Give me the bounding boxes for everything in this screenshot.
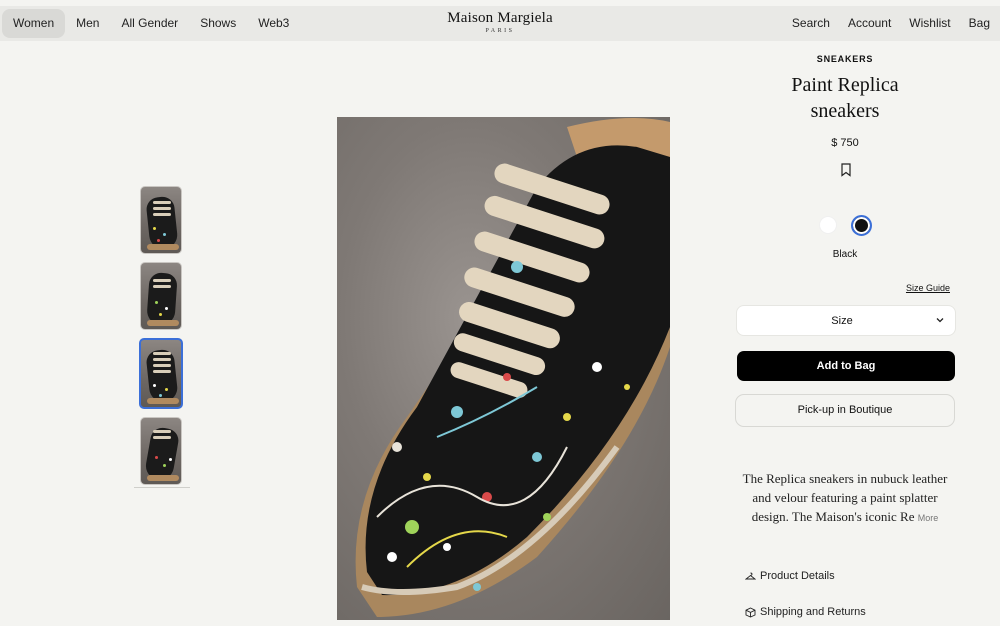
product-details-label: Product Details (760, 570, 835, 582)
sole-shape (147, 244, 179, 250)
add-to-bag-button[interactable]: Add to Bag (737, 351, 955, 381)
nav-all-gender[interactable]: All Gender (110, 9, 189, 38)
paint-dot (503, 373, 511, 381)
lace-shape (153, 207, 171, 210)
thumbnail-1[interactable] (140, 186, 182, 254)
paint-dot (153, 384, 156, 387)
utility-nav: Search Account Wishlist Bag (780, 9, 996, 38)
hanger-icon (745, 572, 756, 579)
pickup-in-boutique-button[interactable]: Pick-up in Boutique (735, 394, 955, 427)
paint-dot (473, 583, 481, 591)
paint-dot (423, 473, 431, 481)
sole-shape (147, 398, 179, 404)
primary-nav: Women Men All Gender Shows Web3 (2, 9, 300, 38)
lace-shape (153, 436, 171, 439)
product-price: $ 750 (831, 137, 859, 149)
paint-dot (543, 513, 551, 521)
thumbnail-divider (134, 487, 190, 488)
paint-dot (169, 458, 172, 461)
more-link[interactable]: More (918, 513, 939, 523)
lace-shape (153, 279, 171, 282)
paint-dot (159, 394, 162, 397)
bookmark-icon[interactable] (840, 163, 852, 177)
thumbnail-shoe-image (145, 348, 179, 404)
top-navigation-bar: Women Men All Gender Shows Web3 Maison M… (0, 6, 1000, 41)
sole-shape (147, 475, 179, 481)
product-title-line-1: Paint Replica (791, 74, 899, 96)
color-swatches (735, 215, 955, 236)
product-title-line-2: sneakers (810, 100, 880, 122)
thumbnail-2[interactable] (140, 262, 182, 330)
size-dropdown-label: Size (831, 315, 853, 327)
shipping-returns-label: Shipping and Returns (760, 606, 866, 618)
package-icon (745, 606, 756, 617)
paint-dot (451, 406, 463, 418)
swatch-black-selected[interactable] (850, 215, 872, 236)
paint-dot (387, 552, 397, 562)
thumbnail-4[interactable] (140, 417, 182, 485)
product-details-toggle[interactable]: Product Details (745, 570, 835, 582)
lace-shape (153, 285, 171, 288)
bookmark-icon-svg (841, 163, 851, 177)
thumbnail-shoe-image (143, 425, 181, 483)
product-category: SNEAKERS (816, 54, 874, 64)
paint-dot (157, 239, 160, 242)
lace-shape (153, 364, 171, 367)
paint-dot (624, 384, 630, 390)
nav-wishlist[interactable]: Wishlist (897, 9, 956, 38)
paint-dot (159, 313, 162, 316)
main-product-image[interactable] (337, 117, 670, 620)
paint-dot (163, 464, 166, 467)
paint-dot (155, 456, 158, 459)
selected-color-name: Black (832, 249, 858, 260)
swatch-white[interactable] (818, 216, 837, 234)
nav-women[interactable]: Women (2, 9, 66, 38)
nav-web3[interactable]: Web3 (247, 9, 300, 38)
lace-shape (153, 370, 171, 373)
lace-shape (153, 352, 171, 355)
paint-dot (563, 413, 571, 421)
paint-dot (511, 261, 523, 273)
paint-dot (392, 442, 402, 452)
paint-dot (443, 543, 451, 551)
paint-dot (532, 452, 542, 462)
paint-dot (165, 307, 168, 310)
paint-dot (163, 233, 166, 236)
paint-dot (592, 362, 602, 372)
nav-bag[interactable]: Bag (957, 9, 996, 38)
product-title: Paint Replica sneakers (735, 72, 955, 124)
nav-men[interactable]: Men (65, 9, 110, 38)
lace-shape (153, 358, 171, 361)
nav-shows[interactable]: Shows (189, 9, 247, 38)
paint-dot (165, 388, 168, 391)
product-description: The Replica sneakers in nubuck leather a… (735, 469, 955, 528)
lace-shape (153, 201, 171, 204)
size-dropdown[interactable]: Size (737, 306, 955, 335)
thumbnail-gallery (139, 186, 186, 493)
chevron-down-icon (936, 318, 944, 323)
thumbnail-3-selected[interactable] (139, 338, 183, 409)
nav-account[interactable]: Account (836, 9, 897, 38)
paint-dot (405, 520, 419, 534)
lace-shape (153, 213, 171, 216)
shipping-returns-toggle[interactable]: Shipping and Returns (745, 606, 866, 618)
paint-dot (153, 227, 156, 230)
product-description-text: The Replica sneakers in nubuck leather a… (742, 471, 948, 524)
nav-search[interactable]: Search (780, 9, 836, 38)
sneaker-illustration (355, 118, 670, 617)
lace-shape (153, 430, 171, 433)
paint-dot (155, 301, 158, 304)
sole-shape (147, 320, 179, 326)
size-guide-link[interactable]: Size Guide (906, 283, 950, 293)
